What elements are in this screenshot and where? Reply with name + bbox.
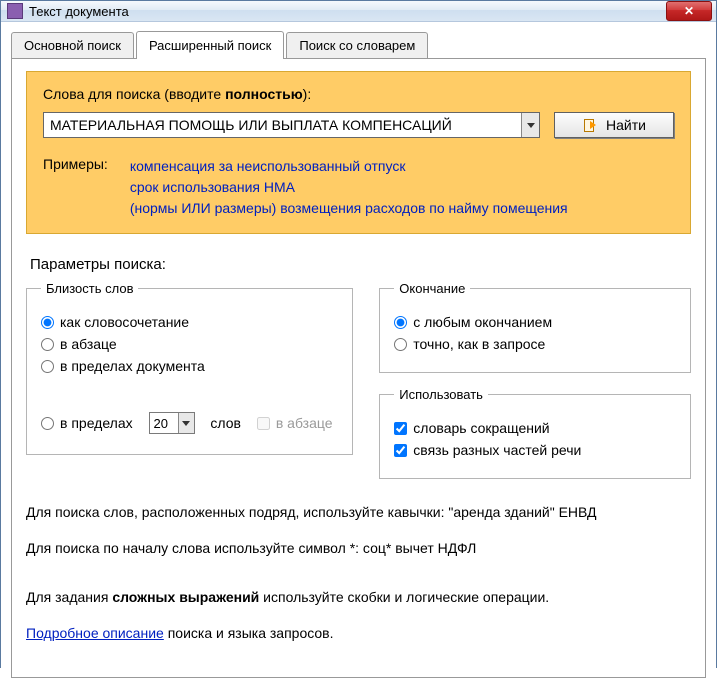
- group-proximity: Близость слов как словосочетание в абзац…: [26, 281, 353, 455]
- search-row: Найти: [43, 112, 674, 138]
- example-item: срок использования НМА: [130, 177, 568, 198]
- group-proximity-legend: Близость слов: [41, 281, 138, 296]
- help-line-link: Подробное описание поиска и языка запрос…: [26, 624, 691, 644]
- radio-document-input[interactable]: [41, 360, 54, 373]
- within-in-paragraph-label: в абзаце: [276, 415, 333, 431]
- example-item: (нормы ИЛИ размеры) возмещения расходов …: [130, 198, 568, 219]
- examples-label: Примеры:: [43, 156, 108, 219]
- radio-document[interactable]: в пределах документа: [41, 358, 338, 374]
- group-ending-legend: Окончание: [394, 281, 470, 296]
- group-ending: Окончание с любым окончанием точно, как …: [379, 281, 691, 373]
- within-spinner[interactable]: [149, 412, 195, 434]
- search-input[interactable]: [44, 113, 521, 137]
- params-row: Близость слов как словосочетание в абзац…: [26, 281, 691, 479]
- detailed-description-link[interactable]: Подробное описание: [26, 625, 164, 641]
- close-icon: ✕: [684, 4, 694, 18]
- close-button[interactable]: ✕: [666, 1, 712, 21]
- search-label: Слова для поиска (вводите полностью):: [43, 86, 674, 102]
- tab-dictionary-search[interactable]: Поиск со словарем: [286, 32, 428, 58]
- within-unit-label: слов: [210, 415, 241, 431]
- examples-block: Примеры: компенсация за неиспользованный…: [43, 156, 674, 219]
- search-dropdown-button[interactable]: [521, 113, 539, 137]
- within-dropdown-button[interactable]: [178, 413, 194, 433]
- group-use-legend: Использовать: [394, 387, 488, 402]
- radio-within-input[interactable]: [41, 417, 54, 430]
- radio-within-row: в пределах слов в абзаце: [41, 412, 338, 434]
- example-item: компенсация за неиспользованный отпуск: [130, 156, 568, 177]
- within-value-input[interactable]: [150, 413, 178, 433]
- radio-any-ending-input[interactable]: [394, 316, 407, 329]
- params-heading: Параметры поиска:: [30, 256, 691, 273]
- radio-phrase-input[interactable]: [41, 316, 54, 329]
- radio-phrase[interactable]: как словосочетание: [41, 314, 338, 330]
- radio-paragraph-input[interactable]: [41, 338, 54, 351]
- search-panel: Слова для поиска (вводите полностью): На…: [26, 71, 691, 234]
- radio-exact-ending-input[interactable]: [394, 338, 407, 351]
- radio-paragraph[interactable]: в абзаце: [41, 336, 338, 352]
- help-line-quotes: Для поиска слов, расположенных подряд, и…: [26, 503, 691, 523]
- find-button-label: Найти: [606, 117, 646, 133]
- within-in-paragraph-checkbox: [257, 417, 270, 430]
- check-abbr-dict-input[interactable]: [394, 422, 407, 435]
- radio-exact-ending[interactable]: точно, как в запросе: [394, 336, 676, 352]
- radio-any-ending[interactable]: с любым окончанием: [394, 314, 676, 330]
- radio-within-label: в пределах: [60, 415, 133, 431]
- tab-basic-search[interactable]: Основной поиск: [11, 32, 134, 58]
- examples-list: компенсация за неиспользованный отпуск с…: [130, 156, 568, 219]
- check-parts-of-speech-input[interactable]: [394, 444, 407, 457]
- check-abbr-dict[interactable]: словарь сокращений: [394, 420, 676, 436]
- tab-panel-advanced: Слова для поиска (вводите полностью): На…: [11, 59, 706, 678]
- chevron-down-icon: [182, 421, 190, 426]
- help-line-complex: Для задания сложных выражений используйт…: [26, 588, 691, 608]
- dialog-window: Текст документа ✕ Основной поиск Расшире…: [0, 0, 717, 668]
- group-use: Использовать словарь сокращений связь ра…: [379, 387, 691, 479]
- find-icon: [582, 118, 596, 132]
- find-button[interactable]: Найти: [554, 112, 674, 138]
- params-col-right: Окончание с любым окончанием точно, как …: [379, 281, 691, 479]
- tab-strip: Основной поиск Расширенный поиск Поиск с…: [11, 30, 706, 59]
- params-col-left: Близость слов как словосочетание в абзац…: [26, 281, 353, 455]
- window-title: Текст документа: [29, 4, 666, 19]
- search-combo[interactable]: [43, 112, 540, 138]
- tab-advanced-search[interactable]: Расширенный поиск: [136, 31, 284, 59]
- client-area: Основной поиск Расширенный поиск Поиск с…: [1, 22, 716, 686]
- chevron-down-icon: [527, 123, 535, 128]
- check-parts-of-speech[interactable]: связь разных частей речи: [394, 442, 676, 458]
- help-block: Для поиска слов, расположенных подряд, и…: [26, 503, 691, 643]
- titlebar: Текст документа ✕: [1, 1, 716, 22]
- help-line-asterisk: Для поиска по началу слова используйте с…: [26, 539, 691, 559]
- app-icon: [7, 3, 23, 19]
